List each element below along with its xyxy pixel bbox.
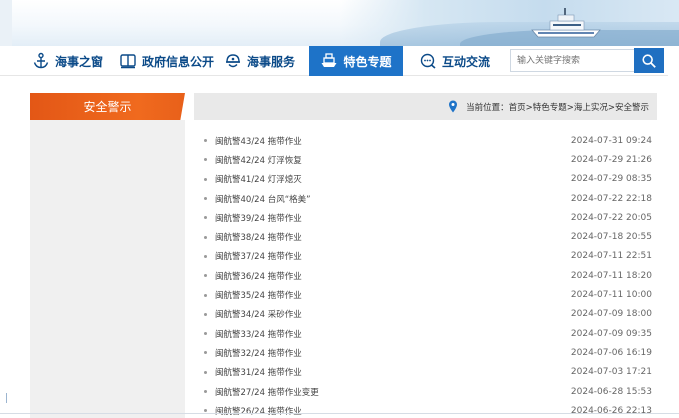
- article-title[interactable]: 闽航警27/24 拖带作业变更: [215, 386, 319, 398]
- list-item[interactable]: 闽航警36/24 拖带作业 2024-07-11 18:20: [200, 266, 652, 285]
- patrol-ship-image: [531, 8, 601, 38]
- search-icon: [642, 53, 656, 68]
- article-title[interactable]: 闽航警37/24 拖带作业: [215, 250, 302, 262]
- chat-icon: [419, 52, 437, 70]
- article-title[interactable]: 闽航警31/24 拖带作业: [215, 366, 302, 378]
- article-title[interactable]: 闽航警34/24 采砂作业: [215, 308, 302, 320]
- article-date: 2024-07-11 18:20: [570, 270, 652, 281]
- nav-label: 特色专题: [343, 54, 392, 69]
- nav-item-maritime-service[interactable]: 海事服务: [224, 46, 295, 76]
- article-date: 2024-07-03 17:21: [570, 367, 652, 378]
- viewport-bottom-line: [0, 413, 679, 414]
- nav-label: 互动交流: [442, 54, 491, 69]
- breadcrumb: 当前位置：首页>特色专题>海上实况>安全警示: [194, 93, 657, 120]
- location-pin-icon: [449, 100, 458, 113]
- article-title[interactable]: 闽航警35/24 拖带作业: [215, 289, 302, 301]
- sidebar-title-text: 安全警示: [83, 100, 132, 114]
- bullet-icon: [204, 312, 207, 316]
- article-title[interactable]: 闽航警43/24 拖带作业: [215, 135, 302, 147]
- article-date: 2024-07-06 16:19: [570, 347, 652, 358]
- article-title[interactable]: 闽航警36/24 拖带作业: [215, 270, 302, 282]
- bullet-icon: [204, 409, 207, 413]
- article-title[interactable]: 闽航警41/24 灯浮熄灭: [215, 173, 302, 185]
- list-item[interactable]: 闽航警38/24 拖带作业 2024-07-18 20:55: [200, 227, 652, 246]
- article-date: 2024-07-29 08:35: [570, 174, 652, 185]
- article-date: 2024-07-31 09:24: [570, 135, 652, 146]
- article-title[interactable]: 闽航警32/24 拖带作业: [215, 347, 302, 359]
- article-date: 2024-07-22 22:18: [570, 193, 652, 204]
- article-date: 2024-06-26 22:13: [570, 405, 652, 416]
- article-date: 2024-07-11 22:51: [570, 251, 652, 262]
- nav-item-gov-info[interactable]: 政府信息公开: [119, 46, 214, 76]
- article-date: 2024-07-18 20:55: [570, 232, 652, 243]
- sidebar-panel: [30, 120, 185, 418]
- list-item[interactable]: 闽航警27/24 拖带作业变更 2024-06-28 15:53: [200, 382, 652, 401]
- list-item[interactable]: 闽航警37/24 拖带作业 2024-07-11 22:51: [200, 247, 652, 266]
- list-item[interactable]: 闽航警41/24 灯浮熄灭 2024-07-29 08:35: [200, 170, 652, 189]
- article-title[interactable]: 闽航警39/24 拖带作业: [215, 212, 302, 224]
- nav-label: 海事服务: [247, 54, 296, 69]
- bullet-icon: [204, 293, 207, 297]
- bullet-icon: [204, 139, 207, 143]
- bullet-icon: [204, 158, 207, 162]
- article-date: 2024-07-22 20:05: [570, 212, 652, 223]
- bullet-icon: [204, 177, 207, 181]
- search-input[interactable]: [510, 49, 634, 72]
- article-title[interactable]: 闽航警40/24 台风“格美”: [215, 193, 311, 205]
- bullet-icon: [204, 332, 207, 336]
- list-item[interactable]: 闽航警33/24 拖带作业 2024-07-09 09:35: [200, 324, 652, 343]
- bullet-icon: [204, 197, 207, 201]
- search-button[interactable]: [634, 48, 664, 73]
- bullet-icon: [204, 216, 207, 220]
- anchor-icon: [32, 52, 50, 70]
- article-title[interactable]: 闽航警33/24 拖带作业: [215, 328, 302, 340]
- bullet-icon: [204, 370, 207, 374]
- article-list: 闽航警43/24 拖带作业 2024-07-31 09:24 闽航警42/24 灯…: [200, 131, 652, 418]
- article-title[interactable]: 闽航警26/24 拖带作业: [215, 405, 302, 417]
- list-item[interactable]: 闽航警43/24 拖带作业 2024-07-31 09:24: [200, 131, 652, 150]
- list-item[interactable]: 闽航警34/24 采砂作业 2024-07-09 18:00: [200, 305, 652, 324]
- header-banner: [0, 0, 679, 46]
- nav-item-interaction[interactable]: 互动交流: [419, 46, 490, 76]
- list-item[interactable]: 闽航警39/24 拖带作业 2024-07-22 20:05: [200, 208, 652, 227]
- list-item[interactable]: 闽航警26/24 拖带作业 2024-06-26 22:13: [200, 401, 652, 418]
- helmet-icon: [224, 52, 242, 70]
- article-title[interactable]: 闽航警42/24 灯浮恢复: [215, 154, 302, 166]
- nav-item-maritime-window[interactable]: 海事之窗: [32, 46, 103, 76]
- bullet-icon: [204, 235, 207, 239]
- list-item[interactable]: 闽航警32/24 拖带作业 2024-07-06 16:19: [200, 343, 652, 362]
- article-date: 2024-07-09 09:35: [570, 328, 652, 339]
- article-date: 2024-07-29 21:26: [570, 154, 652, 165]
- book-icon: [119, 52, 137, 70]
- banner-left-edge: [0, 0, 12, 46]
- list-item[interactable]: 闽航警40/24 台风“格美” 2024-07-22 22:18: [200, 189, 652, 208]
- article-date: 2024-07-11 10:00: [570, 290, 652, 301]
- list-item[interactable]: 闽航警42/24 灯浮恢复 2024-07-29 21:26: [200, 150, 652, 169]
- bullet-icon: [204, 254, 207, 258]
- article-date: 2024-07-09 18:00: [570, 309, 652, 320]
- page-edge-mark: [6, 393, 7, 403]
- article-title[interactable]: 闽航警38/24 拖带作业: [215, 231, 302, 243]
- ship-icon: [320, 52, 338, 70]
- breadcrumb-text: 当前位置：首页>特色专题>海上实况>安全警示: [466, 102, 649, 113]
- sidebar-title[interactable]: 安全警示: [30, 93, 185, 120]
- main-nav: 海事之窗 政府信息公开 海事服务 特色专题 互动交流: [0, 46, 668, 76]
- nav-item-special-topics[interactable]: 特色专题: [309, 46, 403, 76]
- bullet-icon: [204, 274, 207, 278]
- list-item[interactable]: 闽航警35/24 拖带作业 2024-07-11 10:00: [200, 285, 652, 304]
- bullet-icon: [204, 390, 207, 393]
- article-date: 2024-06-28 15:53: [570, 386, 652, 397]
- bullet-icon: [204, 351, 207, 355]
- nav-label: 海事之窗: [55, 54, 104, 69]
- list-item[interactable]: 闽航警31/24 拖带作业 2024-07-03 17:21: [200, 363, 652, 382]
- nav-label: 政府信息公开: [142, 54, 215, 69]
